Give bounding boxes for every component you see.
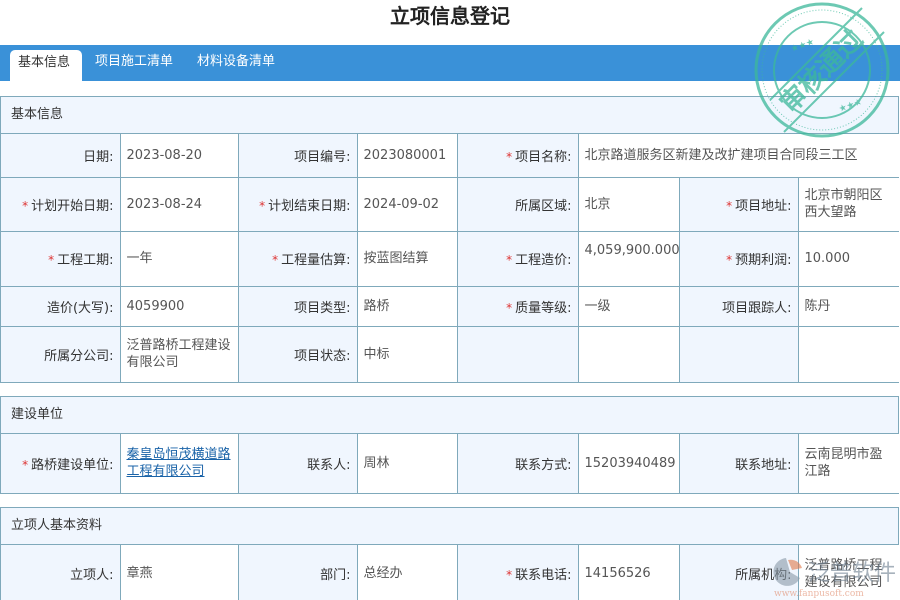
project-name-label-cell: * 项目名称: [457, 134, 579, 178]
project-no-value: 2023080001 [357, 134, 458, 178]
required-icon: * [48, 253, 55, 267]
estimate-label: 工程量估算: [281, 253, 351, 268]
plan-start-label-cell: * 计划开始日期: [1, 177, 121, 232]
address-label: 项目地址: [735, 198, 792, 214]
project-name-label: 项目名称: [515, 149, 572, 165]
region-label: 所属区域: [457, 177, 579, 232]
estimate-label-cell: * 工程量估算: [238, 231, 358, 287]
contact-phone-value: 15203940489 [578, 434, 680, 494]
contact-value: 周林 [357, 434, 458, 494]
project-type-value: 路桥 [357, 286, 458, 327]
tracker-value: 陈丹 [798, 286, 899, 327]
builder-unit-label-cell: * 路桥建设单位: [1, 434, 121, 494]
profit-value: 10.000 [798, 231, 899, 287]
tab-construction-list[interactable]: 项目施工清单 [87, 45, 181, 81]
table-row: * 计划开始日期: 2023-08-24 * 计划结束日期: 2024-09-02 … [1, 177, 899, 232]
cost-upper-label: 造价(大写): [1, 286, 121, 327]
tab-material-equipment-list[interactable]: 材料设备清单 [189, 45, 283, 81]
estimate-value: 按蓝图结算 [357, 231, 458, 287]
quality-value: 一级 [578, 286, 680, 327]
applicant-phone-value: 14156526 [578, 545, 680, 600]
builder-unit-label: 路桥建设单位: [31, 457, 114, 473]
duration-value: 一年 [120, 231, 239, 287]
date-label: 日期: [1, 134, 121, 178]
tracker-label: 项目跟踪人: [679, 286, 799, 327]
org-label: 所属机构: [679, 545, 799, 600]
applicant-table: 立项人: 章燕 部门: 总经办 * 联系电话: 14156526 所属机构: 泛普… [1, 545, 899, 600]
branch-label: 所属分公司: [1, 326, 121, 383]
profit-label: 预期利润: [735, 253, 792, 268]
section-applicant: 立项人基本资料 立项人: 章燕 部门: 总经办 * 联系电话: 14156526 … [0, 507, 899, 600]
status-label: 项目状态: [238, 326, 358, 383]
required-icon: * [506, 300, 513, 315]
contact-label: 联系人: [238, 434, 358, 494]
applicant-value: 章燕 [120, 545, 239, 600]
duration-label: 工程工期: [57, 253, 114, 268]
dept-value: 总经办 [357, 545, 458, 600]
section-basic-info: 基本信息 日期: 2023-08-20 项目编号: 2023080001 * 项目… [0, 96, 899, 383]
address-value: 北京市朝阳区西大望路 [798, 177, 899, 232]
section-title: 建设单位 [1, 397, 898, 434]
plan-start-label: 计划开始日期: [31, 198, 114, 214]
dept-label: 部门: [238, 545, 358, 600]
address-label-cell: * 项目地址: [679, 177, 799, 232]
project-name-value: 北京路道服务区新建及改扩建项目合同段三工区 [578, 134, 899, 178]
applicant-label: 立项人: [1, 545, 121, 600]
cost-label-cell: * 工程造价: [457, 231, 579, 287]
table-row: 日期: 2023-08-20 项目编号: 2023080001 * 项目名称: 北… [1, 134, 899, 178]
cost-value: 4,059,900.000 [578, 231, 680, 287]
page-title: 立项信息登记 [390, 4, 510, 28]
plan-end-label: 计划结束日期: [268, 198, 351, 214]
table-row: 立项人: 章燕 部门: 总经办 * 联系电话: 14156526 所属机构: 泛普… [1, 545, 899, 600]
required-icon: * [22, 198, 29, 213]
project-type-label: 项目类型: [238, 286, 358, 327]
status-value: 中标 [357, 326, 458, 383]
plan-end-label-cell: * 计划结束日期: [238, 177, 358, 232]
empty-label-cell [679, 326, 799, 383]
table-row: 所属分公司: 泛普路桥工程建设有限公司 项目状态: 中标 [1, 326, 899, 383]
plan-start-value: 2023-08-24 [120, 177, 239, 232]
applicant-phone-label-cell: * 联系电话: [457, 545, 579, 600]
cost-label: 工程造价: [515, 253, 572, 268]
required-icon: * [726, 253, 733, 267]
section-title: 基本信息 [1, 97, 898, 134]
table-row: * 工程工期: 一年 * 工程量估算: 按蓝图结算 * 工程造价: 4,059,900… [1, 231, 899, 287]
section-title: 立项人基本资料 [1, 508, 898, 545]
tab-bar: 基本信息 项目施工清单 材料设备清单 [0, 45, 900, 81]
empty-label-cell [457, 326, 579, 383]
duration-label-cell: * 工程工期: [1, 231, 121, 287]
quality-label-cell: * 质量等级: [457, 286, 579, 327]
basic-info-table: 日期: 2023-08-20 项目编号: 2023080001 * 项目名称: 北… [1, 134, 899, 383]
builder-unit-value-cell: 秦皇岛恒茂横道路工程有限公司 [120, 434, 239, 494]
branch-value: 泛普路桥工程建设有限公司 [120, 326, 239, 383]
required-icon: * [259, 198, 266, 213]
required-icon: * [272, 253, 279, 267]
empty-value-cell [798, 326, 899, 383]
empty-value-cell [578, 326, 680, 383]
contact-address-value: 云南昆明市盈江路 [798, 434, 899, 494]
required-icon: * [506, 253, 513, 267]
builder-unit-link[interactable]: 秦皇岛恒茂横道路工程有限公司 [127, 447, 231, 479]
tab-basic-info[interactable]: 基本信息 [10, 50, 82, 81]
project-no-label: 项目编号: [238, 134, 358, 178]
plan-end-value: 2024-09-02 [357, 177, 458, 232]
cost-upper-value: 4059900 [120, 286, 239, 327]
section-builder: 建设单位 * 路桥建设单位: 秦皇岛恒茂横道路工程有限公司 联系人: 周林 联系方… [0, 396, 899, 494]
quality-label: 质量等级: [515, 300, 572, 316]
table-row: 造价(大写): 4059900 项目类型: 路桥 * 质量等级: 一级 项目跟踪人… [1, 286, 899, 327]
contact-address-label: 联系地址: [679, 434, 799, 494]
required-icon: * [506, 568, 513, 583]
region-value: 北京 [578, 177, 680, 232]
org-value: 泛普路桥工程建设有限公司 [798, 545, 899, 600]
required-icon: * [726, 198, 733, 213]
required-icon: * [506, 149, 513, 164]
table-row: * 路桥建设单位: 秦皇岛恒茂横道路工程有限公司 联系人: 周林 联系方式: 15… [1, 434, 899, 494]
required-icon: * [22, 457, 29, 472]
profit-label-cell: * 预期利润: [679, 231, 799, 287]
date-value: 2023-08-20 [120, 134, 239, 178]
applicant-phone-label: 联系电话: [515, 568, 572, 584]
builder-table: * 路桥建设单位: 秦皇岛恒茂横道路工程有限公司 联系人: 周林 联系方式: 15… [1, 434, 899, 494]
contact-phone-label: 联系方式: [457, 434, 579, 494]
